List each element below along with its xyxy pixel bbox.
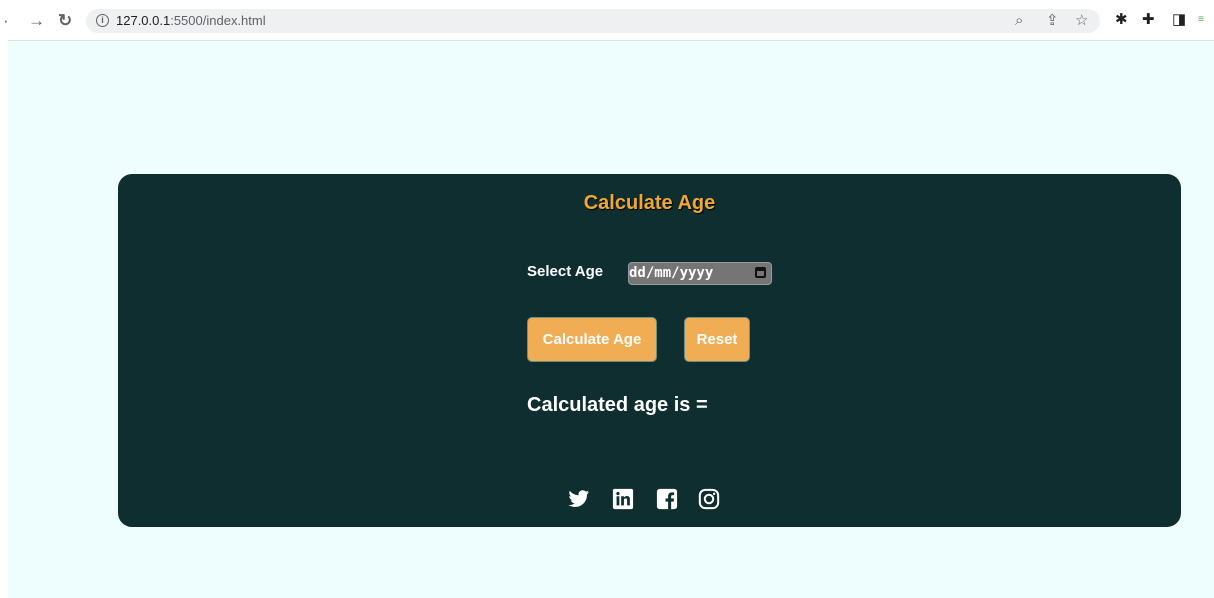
page-title: Calculate Age <box>583 192 716 214</box>
url-path: :5500/index.html <box>170 13 266 28</box>
back-icon[interactable]: · <box>3 11 9 31</box>
facebook-icon[interactable] <box>656 488 678 510</box>
linkedin-icon[interactable] <box>612 488 634 510</box>
extension-bug-icon[interactable]: ✱ <box>1115 11 1128 29</box>
date-placeholder: dd/mm/yyyy <box>629 265 714 281</box>
url-host: 127.0.0.1 <box>116 13 171 28</box>
share-icon[interactable]: ⇪ <box>1046 12 1059 30</box>
reload-icon[interactable]: ↻ <box>58 11 72 31</box>
calendar-icon[interactable] <box>755 267 766 278</box>
reset-button[interactable]: Reset <box>684 317 750 362</box>
select-age-label: Select Age <box>527 263 604 280</box>
url-text[interactable]: 127.0.0.1:5500/index.html <box>116 13 266 29</box>
info-icon[interactable]: i <box>96 14 109 27</box>
page-content: Calculate Age Select Age dd/mm/yyyy Calc… <box>8 40 1214 598</box>
address-bar[interactable]: i 127.0.0.1:5500/index.html ⌕ ⇪ ☆ <box>86 9 1100 33</box>
date-input[interactable]: dd/mm/yyyy <box>628 262 772 285</box>
result-text: Calculated age is = <box>527 394 708 416</box>
extension-icon[interactable]: ≡ <box>1198 11 1204 29</box>
twitter-icon[interactable] <box>568 488 590 510</box>
calculate-age-button[interactable]: Calculate Age <box>527 317 657 362</box>
browser-toolbar: · → ↻ i 127.0.0.1:5500/index.html ⌕ ⇪ ☆ … <box>0 0 1214 40</box>
zoom-icon[interactable]: ⌕ <box>1015 12 1023 30</box>
instagram-icon[interactable] <box>698 488 720 510</box>
age-calculator-card: Calculate Age Select Age dd/mm/yyyy Calc… <box>118 174 1181 527</box>
forward-icon[interactable]: → <box>28 11 45 31</box>
star-icon[interactable]: ☆ <box>1075 12 1088 30</box>
puzzle-icon[interactable]: ✚ <box>1142 11 1155 29</box>
sidebar-icon[interactable]: ◨ <box>1172 11 1186 29</box>
